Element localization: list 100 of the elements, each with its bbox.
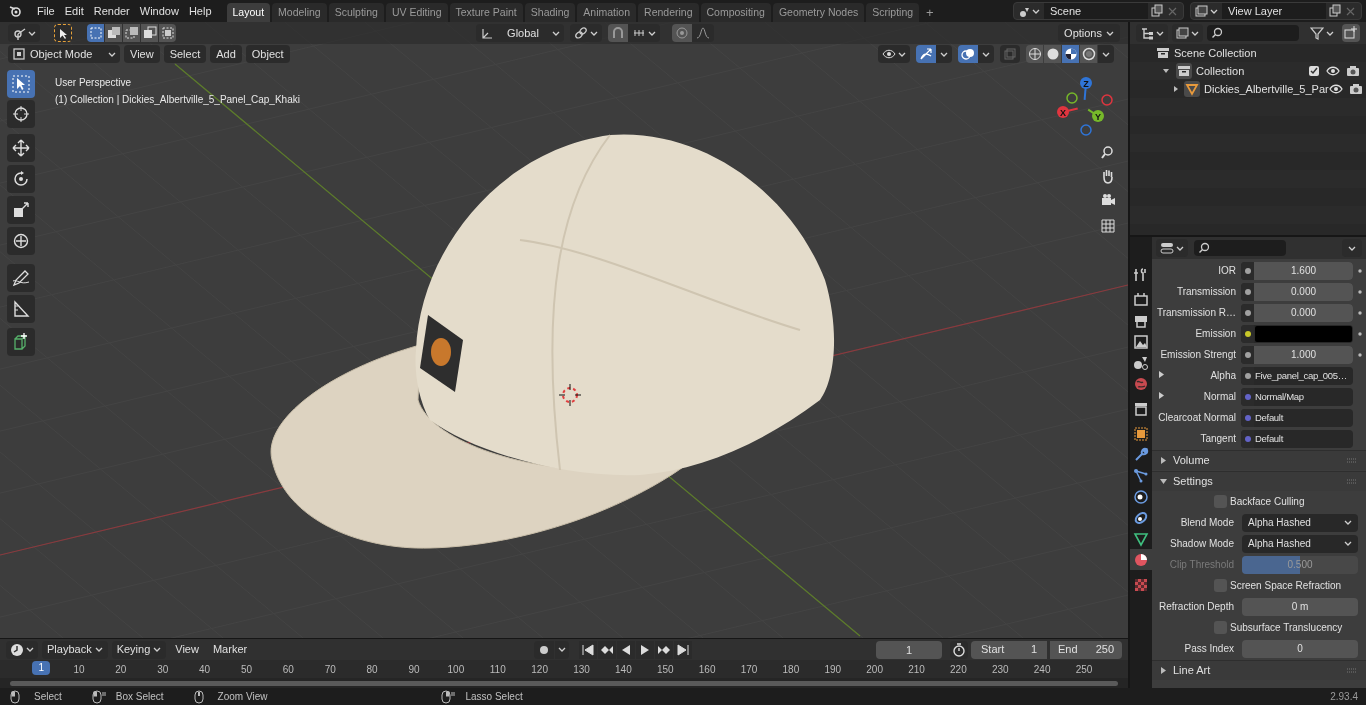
playback-button[interactable] <box>617 640 636 659</box>
outliner-item[interactable]: Scene Collection <box>1174 44 1257 62</box>
number-field[interactable]: 1.000 <box>1254 345 1353 364</box>
overlay-dropdown[interactable] <box>978 45 994 63</box>
menu-item[interactable]: Window <box>134 2 184 20</box>
header-menu[interactable]: Keying <box>111 640 167 659</box>
header-menu[interactable]: Add <box>210 45 242 63</box>
tool-button[interactable] <box>7 100 35 128</box>
selection-mode-button[interactable] <box>87 24 104 42</box>
tool-button[interactable] <box>7 264 35 292</box>
workspace-tab[interactable]: Shading <box>524 3 576 22</box>
new-collection-button[interactable] <box>1342 24 1360 42</box>
display-mode-dropdown[interactable] <box>1172 24 1203 42</box>
checkbox-icon[interactable] <box>1308 65 1320 77</box>
drag-grip-icon[interactable] <box>1346 668 1358 673</box>
workspace-tab[interactable]: Geometry Nodes <box>772 3 865 22</box>
outliner-item[interactable]: Dickies_Albertville_5_Par <box>1204 80 1329 98</box>
workspace-tab[interactable]: Scripting <box>866 3 920 22</box>
number-field[interactable]: 0.000 <box>1254 303 1353 322</box>
dropdown[interactable]: Alpha Hashed <box>1242 513 1358 532</box>
mode-dropdown[interactable]: Object Mode <box>8 45 120 63</box>
eye-icon[interactable] <box>1326 64 1340 78</box>
search-field[interactable] <box>1207 25 1299 41</box>
view-layer-selector[interactable]: View Layer <box>1190 2 1362 20</box>
shading-mode-button[interactable] <box>1062 45 1079 63</box>
workspace-tab[interactable]: Modeling <box>272 3 327 22</box>
tool-button[interactable] <box>7 134 35 162</box>
tool-button[interactable] <box>7 196 35 224</box>
workspace-tab[interactable]: Sculpting <box>328 3 384 22</box>
editor-type-button[interactable] <box>1156 239 1188 257</box>
playback-button[interactable] <box>636 640 655 659</box>
menu-item[interactable]: Edit <box>59 2 89 20</box>
camera-icon[interactable] <box>1346 64 1360 78</box>
header-menu[interactable]: View <box>124 45 160 63</box>
search-field[interactable] <box>1194 240 1286 256</box>
keyframe-dot-icon[interactable] <box>1357 309 1363 316</box>
selection-mode-button[interactable] <box>159 24 176 42</box>
falloff-dropdown[interactable] <box>692 24 714 42</box>
current-frame-field[interactable]: 1 <box>876 640 942 659</box>
gizmo-toggle[interactable] <box>916 45 936 63</box>
tool-button[interactable] <box>7 328 35 356</box>
auto-keying-toggle[interactable] <box>534 640 555 659</box>
tool-button[interactable] <box>7 165 35 193</box>
disclosure-toggle[interactable] <box>1172 83 1180 95</box>
snap-toggle[interactable] <box>608 24 628 42</box>
number-field[interactable]: 0 m <box>1242 597 1358 616</box>
eye-icon[interactable] <box>1328 82 1343 96</box>
header-menu[interactable]: Select <box>163 45 207 63</box>
proportional-edit-toggle[interactable] <box>672 24 692 42</box>
negative-axis-handle[interactable] <box>1066 92 1078 104</box>
xray-toggle[interactable] <box>1000 45 1020 63</box>
workspace-tab[interactable]: Compositing <box>700 3 771 22</box>
tool-button[interactable] <box>7 295 35 323</box>
keyframe-dot-icon[interactable] <box>1357 267 1363 274</box>
workspace-tab[interactable]: UV Editing <box>385 3 448 22</box>
scene-selector[interactable]: Scene <box>1013 2 1184 20</box>
playback-button[interactable] <box>655 640 674 659</box>
options-dropdown[interactable]: Options <box>1058 24 1120 42</box>
editor-type-button[interactable] <box>1136 24 1168 42</box>
visibility-dropdown[interactable] <box>878 45 910 63</box>
gizmo-dropdown[interactable] <box>936 45 952 63</box>
selection-mode-button[interactable] <box>141 24 158 42</box>
negative-axis-handle[interactable] <box>1101 94 1113 106</box>
snap-target-dropdown[interactable] <box>628 24 660 42</box>
header-menu[interactable]: Playback <box>42 640 108 659</box>
tool-button[interactable] <box>7 70 35 98</box>
keyframe-dot-icon[interactable] <box>1357 330 1363 337</box>
drag-grip-icon[interactable] <box>1346 458 1358 463</box>
copy-icon[interactable] <box>1328 4 1342 18</box>
playback-button[interactable] <box>674 640 693 659</box>
shading-dropdown[interactable] <box>1098 45 1114 63</box>
workspace-tab[interactable]: Animation <box>577 3 637 22</box>
properties-tab[interactable] <box>1130 549 1152 570</box>
selection-mode-button[interactable] <box>123 24 140 42</box>
disclosure-toggle[interactable] <box>1158 371 1165 378</box>
keying-dropdown[interactable] <box>555 640 570 659</box>
playback-button[interactable] <box>598 640 617 659</box>
header-menu[interactable]: Marker <box>207 640 253 659</box>
playhead[interactable]: 1 <box>32 661 51 675</box>
tool-button[interactable] <box>7 227 35 255</box>
add-workspace-button[interactable]: + <box>921 3 939 22</box>
number-field[interactable]: 0 <box>1242 639 1358 658</box>
workspace-tab[interactable]: Texture Paint <box>449 3 523 22</box>
navigation-button[interactable] <box>1098 216 1118 236</box>
selection-mode-button[interactable] <box>105 24 122 42</box>
header-menu[interactable]: View <box>170 640 204 659</box>
drag-grip-icon[interactable] <box>1346 479 1358 484</box>
end-frame-field[interactable]: End 250 <box>1050 640 1122 659</box>
number-field[interactable]: 0.000 <box>1254 282 1353 301</box>
outliner-item[interactable]: Collection <box>1196 62 1245 80</box>
workspace-tab[interactable]: Rendering <box>638 3 699 22</box>
number-field[interactable]: 1.600 <box>1254 261 1353 280</box>
editor-type-button[interactable] <box>6 640 38 659</box>
camera-icon[interactable] <box>1348 82 1363 96</box>
options-dropdown[interactable] <box>1342 239 1362 257</box>
editor-type-button[interactable] <box>8 24 40 42</box>
menu-item[interactable]: Render <box>88 2 135 20</box>
keyframe-dot-icon[interactable] <box>1357 351 1363 358</box>
header-menu[interactable]: Object <box>245 45 290 63</box>
dropdown[interactable]: Alpha Hashed <box>1242 534 1358 553</box>
